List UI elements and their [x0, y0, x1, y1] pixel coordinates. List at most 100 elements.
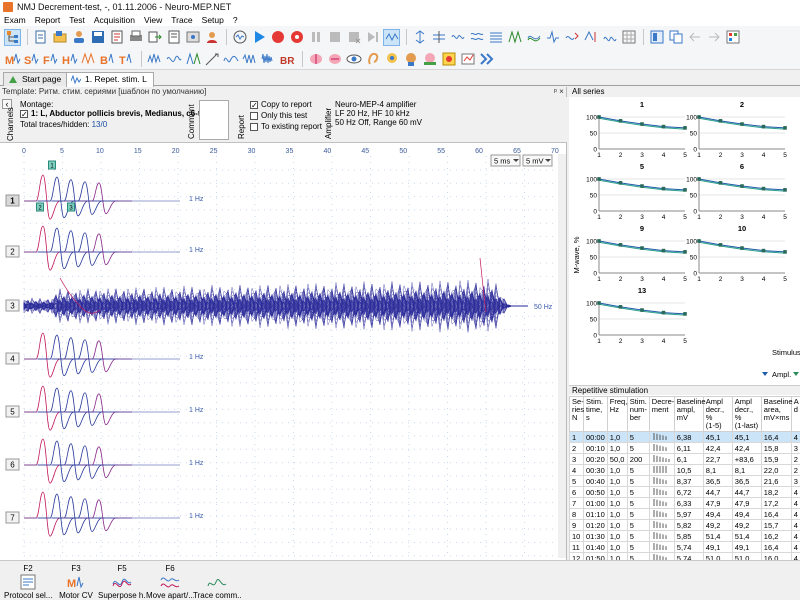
column-header[interactable]: Baseline area, mV×ms: [760, 396, 793, 432]
trace-comment-button[interactable]: Trace comm...: [193, 564, 241, 600]
arrow-left-icon[interactable]: [686, 29, 703, 46]
test-ep-icon[interactable]: [222, 50, 239, 67]
column-header[interactable]: Freq, Hz: [606, 396, 628, 432]
column-header[interactable]: Ampl decr., % (1-5): [702, 396, 733, 432]
table-row[interactable]: 4 00:30 1,0 5 10,5 8,1 8,1 22,0 2: [569, 464, 800, 476]
table-row[interactable]: 8 01:10 1,0 5 5,97 49,4 49,4 16,4 4: [569, 508, 800, 520]
trace-number-box[interactable]: 5: [5, 405, 20, 418]
open-exam-icon[interactable]: [51, 29, 68, 46]
table-row[interactable]: 6 00:50 1,0 5 6,72 44,7 44,7 18,2 4: [569, 486, 800, 498]
save-icon[interactable]: [89, 29, 106, 46]
amp-scale-dropdown[interactable]: 5 mV: [522, 154, 553, 167]
monitor-icon[interactable]: [231, 29, 248, 46]
column-header[interactable]: Baseline ampl, mV: [673, 396, 706, 432]
cursor-tool-icon[interactable]: [411, 29, 428, 46]
export-icon[interactable]: [146, 29, 163, 46]
table-row[interactable]: 3 00:20 50,0 200 6,1 22,7 +83,6 15,9 2: [569, 453, 800, 465]
table-row[interactable]: 10 01:30 1,0 5 5,85 51,4 51,4 16,2 4: [569, 530, 800, 542]
response-icon[interactable]: [544, 29, 561, 46]
stop-icon[interactable]: [326, 29, 343, 46]
latency-icon[interactable]: [582, 29, 599, 46]
user-icon[interactable]: [203, 29, 220, 46]
menu-setup[interactable]: Setup: [202, 15, 224, 25]
patient-icon[interactable]: [70, 29, 87, 46]
montage-item[interactable]: ✓ 1: L, Abductor pollicis brevis, Medianu…: [20, 109, 205, 118]
print-icon[interactable]: [127, 29, 144, 46]
latency-marker[interactable]: 3: [67, 202, 75, 212]
column-header[interactable]: Stim. num-ber: [626, 396, 650, 432]
trace-number-box[interactable]: 2: [5, 245, 20, 258]
amplifier-name[interactable]: Neuro-MEP-4 amplifier: [335, 100, 416, 109]
stimulate-icon[interactable]: [288, 29, 305, 46]
play-icon[interactable]: [250, 29, 267, 46]
marker-icon[interactable]: [563, 29, 580, 46]
column-header[interactable]: Stim. time, s: [583, 396, 608, 432]
column-header[interactable]: Decre-ment: [648, 396, 675, 432]
test-p300-icon[interactable]: [421, 50, 438, 67]
menu-trace[interactable]: Trace: [171, 15, 192, 25]
close-template-button[interactable]: ×: [559, 87, 564, 96]
tab-repet-stim[interactable]: 1. Repet. stim. L: [66, 72, 154, 87]
column-header[interactable]: Ampl decr., % (1-last): [731, 396, 762, 432]
protocol-tree-icon[interactable]: [4, 28, 21, 46]
menu-report[interactable]: Report: [35, 15, 61, 25]
arrow-right-icon[interactable]: [705, 29, 722, 46]
peak-icon[interactable]: [601, 29, 618, 46]
f2-protocol-button[interactable]: F2 Protocol sel...: [4, 564, 52, 600]
record-icon[interactable]: [269, 29, 286, 46]
copy-icon[interactable]: [667, 29, 684, 46]
report-icon[interactable]: [108, 29, 125, 46]
traces-down-icon[interactable]: [468, 29, 485, 46]
test-t-icon[interactable]: T: [118, 50, 135, 67]
table-row[interactable]: 1 00:00 1,0 5 6,38 45,1 45,1 16,4 4: [569, 431, 800, 443]
grid-icon[interactable]: [620, 29, 637, 46]
test-cog-icon[interactable]: [440, 50, 457, 67]
test-fwave-icon[interactable]: F: [42, 50, 59, 67]
to-existing-report-option[interactable]: To existing report: [250, 122, 322, 131]
pause-icon[interactable]: [307, 29, 324, 46]
more-tests-icon[interactable]: [478, 50, 495, 67]
test-scv-icon[interactable]: S: [23, 50, 40, 67]
wave-icon[interactable]: [449, 29, 466, 46]
settings-icon[interactable]: [184, 29, 201, 46]
test-br-icon[interactable]: BR: [279, 50, 296, 67]
test-head2-icon[interactable]: [402, 50, 419, 67]
pin-button[interactable]: ᵖ: [554, 87, 557, 96]
column-header[interactable]: Ad: [790, 396, 800, 432]
test-emg-icon[interactable]: [184, 50, 201, 67]
menu-help[interactable]: ?: [233, 15, 238, 25]
trace-number-box[interactable]: 1: [5, 194, 20, 207]
menu-view[interactable]: View: [144, 15, 162, 25]
test-needle-icon[interactable]: [203, 50, 220, 67]
averaging-icon[interactable]: [383, 28, 400, 46]
table-row[interactable]: 7 01:00 1,0 5 6,33 47,9 47,9 17,2 4: [569, 497, 800, 509]
f5-superpose-button[interactable]: F5 Superpose h...: [98, 564, 146, 600]
only-this-test-checkbox[interactable]: [250, 111, 258, 120]
traces-stack-icon[interactable]: [487, 29, 504, 46]
f3-motor-cv-button[interactable]: F3 M Motor CV: [52, 564, 100, 600]
split-traces-icon[interactable]: [430, 29, 447, 46]
test-inching-icon[interactable]: [80, 50, 97, 67]
color-report-icon[interactable]: [724, 29, 741, 46]
copy-to-report-option[interactable]: ✓ Copy to report: [250, 100, 312, 109]
time-scale-dropdown[interactable]: 5 ms: [490, 154, 521, 167]
only-this-test-option[interactable]: Only this test: [250, 111, 307, 120]
test-head-icon[interactable]: [383, 50, 400, 67]
sweep-icon[interactable]: [506, 29, 523, 46]
test-ear-icon[interactable]: [364, 50, 381, 67]
to-existing-report-checkbox[interactable]: [250, 122, 258, 131]
test-mapping-icon[interactable]: [459, 50, 476, 67]
clear-icon[interactable]: [345, 29, 362, 46]
comment-box[interactable]: [199, 100, 229, 140]
test-interference-icon[interactable]: [260, 50, 277, 67]
test-brain1-icon[interactable]: [307, 50, 324, 67]
trace-number-box[interactable]: 4: [5, 352, 20, 365]
notes-icon[interactable]: [165, 29, 182, 46]
test-tremor-icon[interactable]: [241, 50, 258, 67]
plot-scrollbar[interactable]: [558, 154, 566, 558]
layout-icon[interactable]: [648, 29, 665, 46]
test-blink-icon[interactable]: B: [99, 50, 116, 67]
traces-plot[interactable]: 0510152025303540455055606570758085909510…: [0, 144, 567, 560]
new-exam-icon[interactable]: [32, 29, 49, 46]
test-ssr-icon[interactable]: [165, 50, 182, 67]
